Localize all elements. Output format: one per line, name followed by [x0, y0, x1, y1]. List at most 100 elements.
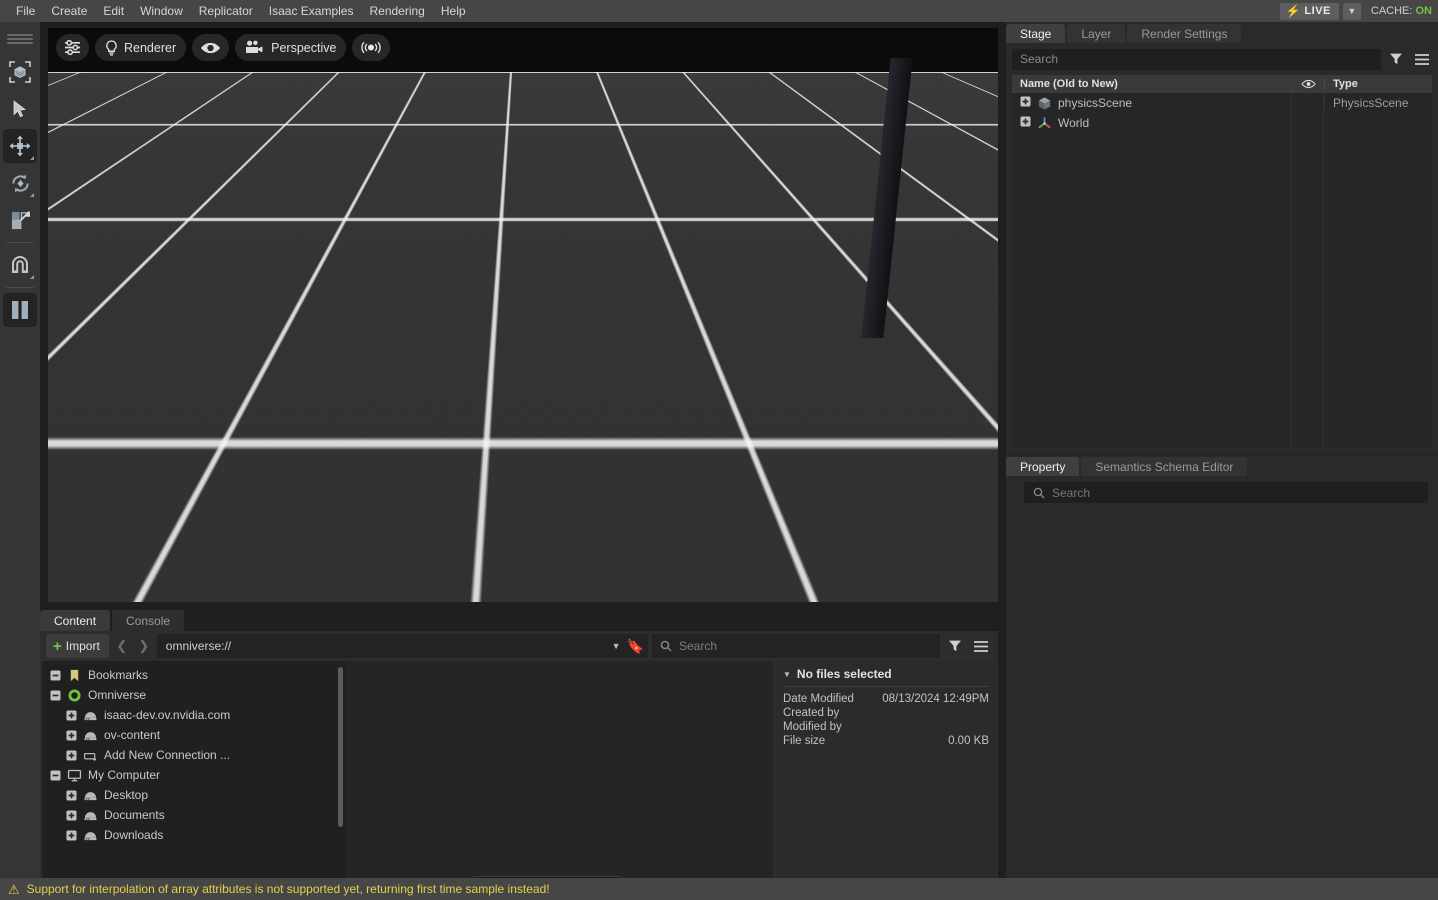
nav-forward-button[interactable]: ❯ — [135, 638, 153, 654]
column-header-type[interactable]: Type — [1324, 78, 1432, 90]
tab-render-settings[interactable]: Render Settings — [1127, 24, 1241, 43]
menu-isaac-examples[interactable]: Isaac Examples — [261, 0, 362, 22]
tree-item-downloads[interactable]: Downloads — [42, 825, 346, 845]
stage-filter-button[interactable] — [1385, 47, 1407, 71]
expand-toggle[interactable] — [1020, 96, 1031, 110]
path-value: omniverse:// — [166, 639, 606, 653]
play-pause-tool[interactable] — [3, 293, 37, 327]
stage-row-world[interactable]: World — [1012, 113, 1432, 133]
menu-replicator[interactable]: Replicator — [191, 0, 261, 22]
move-tool[interactable] — [3, 129, 37, 163]
expand-toggle[interactable] — [66, 710, 77, 721]
file-grid[interactable] — [346, 661, 773, 898]
tab-stage[interactable]: Stage — [1006, 24, 1065, 43]
tab-semantics-schema-editor[interactable]: Semantics Schema Editor — [1081, 457, 1247, 476]
tree-item-ov-content[interactable]: ov-content — [42, 725, 346, 745]
viewport[interactable]: Renderer — [48, 28, 998, 602]
monitor-icon — [67, 769, 82, 782]
magnet-icon — [9, 254, 31, 276]
content-panel: + Import ❮ ❯ omniverse:// ▼ 🔖 — [40, 631, 998, 900]
tree-item-add-new-connection[interactable]: Add New Connection ... — [42, 745, 346, 765]
pointer-tool[interactable] — [3, 92, 37, 126]
tab-content[interactable]: Content — [40, 610, 110, 631]
tab-layer[interactable]: Layer — [1067, 24, 1125, 43]
content-filter-button[interactable] — [944, 634, 966, 658]
content-options-button[interactable] — [970, 634, 992, 658]
visibility-button[interactable] — [192, 34, 229, 61]
tree-item-desktop[interactable]: Desktop — [42, 785, 346, 805]
collapse-toggle[interactable] — [50, 670, 61, 681]
toolbar-drag-handle[interactable] — [0, 28, 40, 52]
tool-options-corner — [30, 156, 34, 160]
expand-toggle[interactable] — [66, 790, 77, 801]
tab-console[interactable]: Console — [112, 610, 184, 631]
bookmark-icon[interactable]: 🔖 — [627, 639, 644, 653]
collapse-toggle[interactable] — [50, 770, 61, 781]
live-dropdown-button[interactable]: ▼ — [1343, 3, 1361, 20]
column-header-visibility[interactable] — [1292, 79, 1324, 89]
expand-toggle[interactable] — [66, 750, 77, 761]
stage-row-name-cell: physicsScene — [1012, 96, 1292, 111]
column-header-name[interactable]: Name (Old to New) — [1012, 78, 1292, 90]
stage-row-physicsscene[interactable]: physicsScenePhysicsScene — [1012, 93, 1432, 113]
menu-help[interactable]: Help — [433, 0, 474, 22]
menu-edit[interactable]: Edit — [95, 0, 132, 22]
select-box-tool[interactable] — [3, 55, 37, 89]
camera-button[interactable]: Perspective — [235, 34, 346, 61]
content-tree[interactable]: BookmarksOmniverseisaac-dev.ov.nvidia.co… — [42, 661, 346, 898]
detail-value: 08/13/2024 12:49PM — [882, 692, 989, 706]
folder-drive-icon — [83, 789, 98, 802]
details-header[interactable]: ▼ No files selected — [783, 667, 989, 686]
tree-item-bookmarks[interactable]: Bookmarks — [42, 665, 346, 685]
capture-button[interactable] — [352, 34, 390, 61]
property-search-placeholder: Search — [1052, 486, 1090, 500]
expand-toggle[interactable] — [66, 730, 77, 741]
collapse-toggle[interactable] — [50, 690, 61, 701]
stage-search-input[interactable]: Search — [1012, 49, 1381, 70]
renderer-button[interactable]: Renderer — [95, 34, 186, 61]
select-box-icon — [9, 61, 31, 83]
stage-options-button[interactable] — [1411, 47, 1433, 71]
search-icon — [1033, 487, 1045, 499]
omniverse-ring-icon — [67, 689, 82, 702]
details-title: No files selected — [797, 667, 892, 681]
tree-scrollbar[interactable] — [338, 667, 343, 827]
property-search-row: Search — [1006, 476, 1438, 503]
expand-toggle[interactable] — [1020, 116, 1031, 130]
live-button[interactable]: ⚡ LIVE — [1280, 3, 1338, 20]
viewport-settings-button[interactable] — [56, 34, 89, 61]
server-icon — [82, 709, 99, 722]
content-toolbar: + Import ❮ ❯ omniverse:// ▼ 🔖 — [40, 631, 998, 661]
hamburger-icon — [1414, 53, 1430, 66]
snap-tool[interactable] — [3, 248, 37, 282]
filter-funnel-icon — [948, 639, 962, 653]
expand-toggle[interactable] — [66, 830, 77, 841]
property-search-input[interactable]: Search — [1024, 482, 1428, 503]
path-input[interactable]: omniverse:// ▼ 🔖 — [157, 634, 648, 658]
scale-tool[interactable] — [3, 203, 37, 237]
chevron-down-icon[interactable]: ▼ — [612, 641, 621, 651]
tree-item-documents[interactable]: Documents — [42, 805, 346, 825]
live-label: LIVE — [1304, 5, 1330, 17]
tab-property[interactable]: Property — [1006, 457, 1079, 476]
tree-item-my-computer[interactable]: My Computer — [42, 765, 346, 785]
menu-file[interactable]: File — [8, 0, 43, 22]
menu-rendering[interactable]: Rendering — [361, 0, 432, 22]
motion-capture-icon — [360, 40, 382, 55]
cache-label: CACHE: — [1371, 5, 1413, 17]
cube-icon — [1037, 96, 1052, 111]
nav-back-button[interactable]: ❮ — [113, 638, 131, 654]
detail-label: Created by — [783, 706, 839, 720]
expand-toggle[interactable] — [66, 810, 77, 821]
content-search-input[interactable]: Search — [652, 634, 940, 658]
monitor-icon — [66, 769, 83, 782]
import-button[interactable]: + Import — [46, 634, 109, 658]
menu-window[interactable]: Window — [132, 0, 191, 22]
menu-create[interactable]: Create — [43, 0, 95, 22]
tree-item-omniverse[interactable]: Omniverse — [42, 685, 346, 705]
rotate-tool[interactable] — [3, 166, 37, 200]
stage-column-separator — [1323, 93, 1324, 448]
cache-value: ON — [1416, 5, 1433, 17]
tree-item-isaac-dev-ov-nvidia-com[interactable]: isaac-dev.ov.nvidia.com — [42, 705, 346, 725]
stage-tree[interactable]: physicsScenePhysicsSceneWorld — [1012, 93, 1432, 448]
